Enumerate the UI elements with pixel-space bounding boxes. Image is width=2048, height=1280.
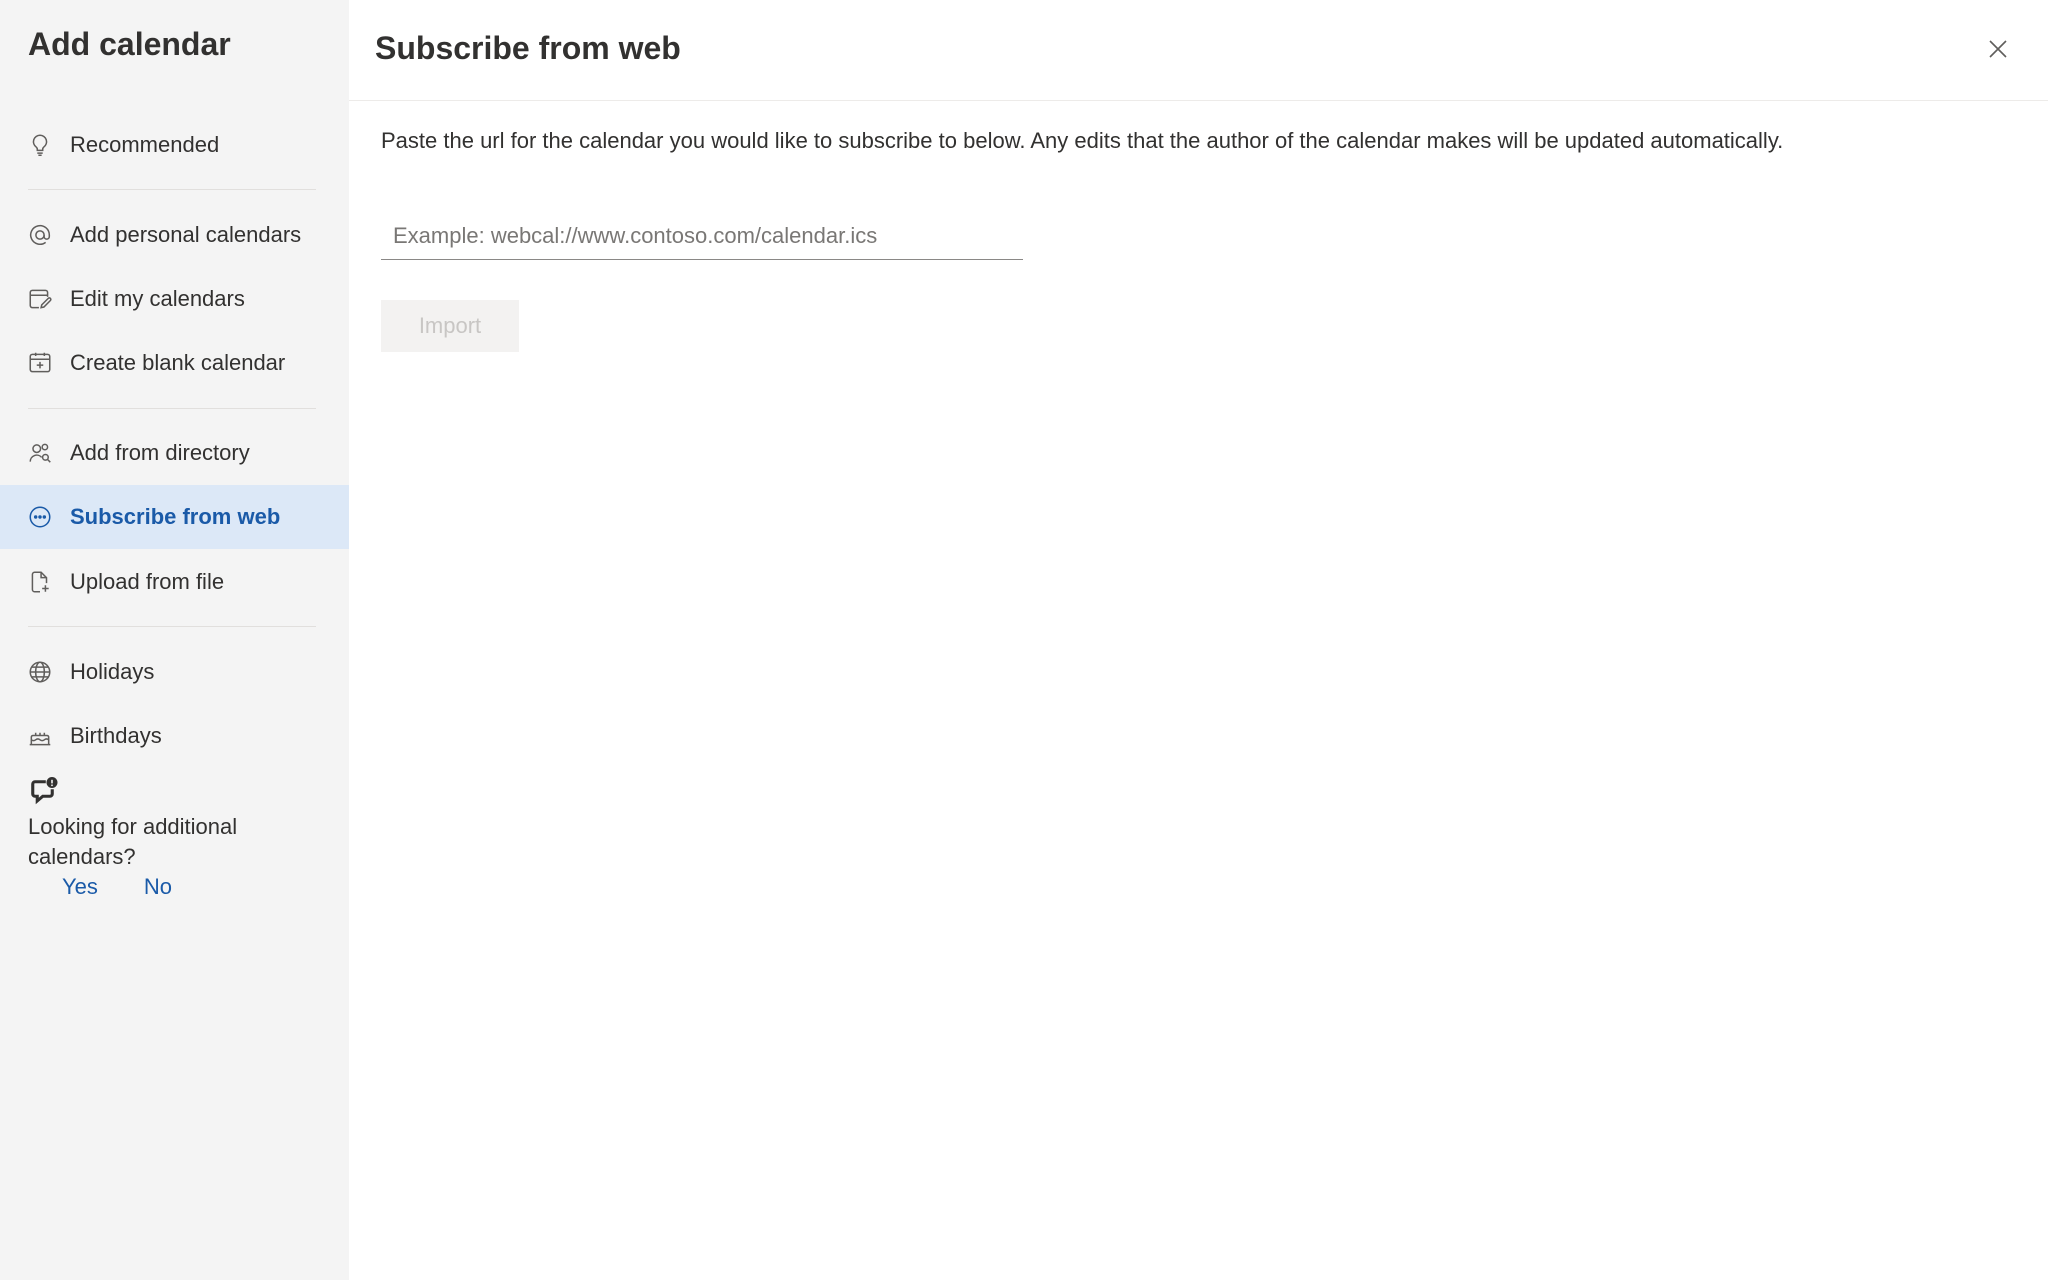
calendar-add-icon (26, 349, 54, 377)
close-icon (1986, 37, 2010, 64)
sidebar-item-recommended[interactable]: Recommended (0, 113, 349, 177)
sidebar-item-label: Upload from file (70, 569, 225, 594)
sidebar-item-label: Edit my calendars (70, 286, 245, 311)
main-header: Subscribe from web (349, 0, 2048, 101)
at-sign-icon (26, 221, 54, 249)
sidebar-item-add-from-directory[interactable]: Add from directory (0, 421, 349, 485)
sidebar-item-label: Add personal calendars (70, 222, 302, 247)
globe-icon (26, 658, 54, 686)
document-add-icon (26, 568, 54, 596)
feedback-question: Looking for additional calendars? (28, 814, 238, 869)
sidebar-item-upload-from-file[interactable]: Upload from file (0, 550, 349, 614)
sidebar-divider (28, 626, 316, 627)
sidebar-item-label: Create blank calendar (70, 350, 286, 375)
sidebar-divider (28, 408, 316, 409)
feedback-yes-button[interactable]: Yes (62, 874, 98, 900)
sidebar-item-label: Add from directory (70, 440, 250, 465)
sidebar-divider (28, 189, 316, 190)
feedback-no-button[interactable]: No (144, 874, 172, 900)
close-button[interactable] (1982, 34, 2014, 66)
feedback-actions: Yes No (28, 874, 328, 900)
lightbulb-icon (26, 131, 54, 159)
add-calendar-dialog: Add calendar Recommended Add personal ca… (0, 0, 2048, 1280)
sidebar-item-label: Subscribe from web (70, 504, 281, 529)
sidebar-item-label: Recommended (70, 132, 220, 157)
chat-alert-icon (28, 776, 60, 806)
sidebar-item-add-personal-calendars[interactable]: Add personal calendars (0, 203, 349, 267)
page-title: Subscribe from web (375, 30, 681, 66)
people-search-icon (26, 439, 54, 467)
import-button[interactable]: Import (381, 300, 519, 352)
sidebar-item-label: Birthdays (70, 723, 162, 748)
calendar-edit-icon (26, 285, 54, 313)
subscribe-description: Paste the url for the calendar you would… (381, 128, 1784, 153)
more-circle-icon (26, 503, 54, 531)
sidebar-item-subscribe-from-web[interactable]: Subscribe from web (0, 485, 349, 549)
sidebar-item-edit-my-calendars[interactable]: Edit my calendars (0, 267, 349, 331)
feedback-prompt: Looking for additional calendars? Yes No (28, 776, 328, 900)
sidebar-item-holidays[interactable]: Holidays (0, 640, 349, 704)
sidebar-item-birthdays[interactable]: Birthdays (0, 704, 349, 768)
cake-icon (26, 722, 54, 750)
main-panel: Subscribe from web Paste the url for the… (349, 0, 2048, 1280)
sidebar-title: Add calendar (28, 26, 231, 62)
sidebar: Add calendar Recommended Add personal ca… (0, 0, 349, 1280)
sidebar-item-create-blank-calendar[interactable]: Create blank calendar (0, 331, 349, 395)
calendar-url-input[interactable] (381, 212, 1023, 260)
sidebar-item-label: Holidays (70, 659, 155, 684)
